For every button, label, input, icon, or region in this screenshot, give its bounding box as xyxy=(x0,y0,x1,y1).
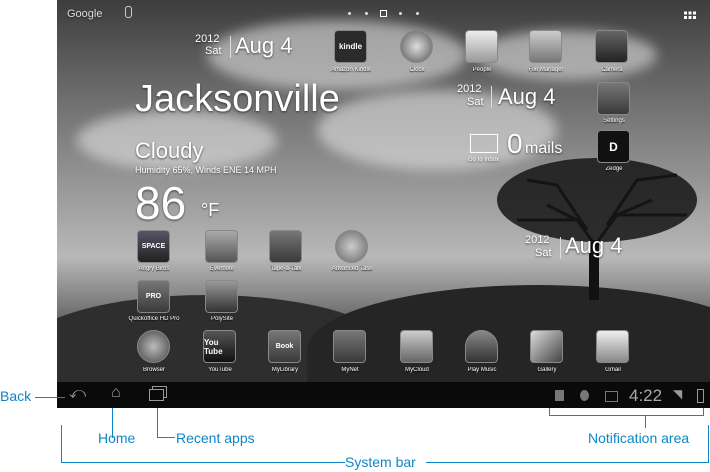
app-label: Zedge xyxy=(605,166,623,172)
date-widget-year: 2012 xyxy=(525,234,550,246)
app-label: MyLibrary xyxy=(271,367,299,373)
date-widget-day: Sat xyxy=(467,96,484,108)
mail-count[interactable]: 0 xyxy=(507,128,523,160)
app-label: File Manager xyxy=(528,67,564,73)
advanced-task-icon[interactable] xyxy=(335,230,368,263)
tablet-home-screen: Google 2012 Sat Aug 4 Jacksonville Cloud… xyxy=(57,0,710,408)
apps-grid-icon[interactable] xyxy=(684,10,696,19)
gmail-icon[interactable] xyxy=(596,330,629,363)
app-label: Quickoffice HD Pro xyxy=(128,316,180,322)
weather-details: Humidity 65%, Winds ENE 14 MPH xyxy=(135,165,277,175)
date-widget-day: Sat xyxy=(205,45,222,57)
app-label: Advanced Task xyxy=(331,266,373,272)
app-label: Camera xyxy=(601,67,623,73)
callout-recent-apps: Recent apps xyxy=(176,430,255,446)
page-dot-active[interactable] xyxy=(380,10,387,17)
sd-card-icon[interactable] xyxy=(555,390,564,401)
weather-temperature: 86 xyxy=(135,177,187,229)
zedge-icon[interactable]: D xyxy=(597,130,630,163)
date-widget-day: Sat xyxy=(535,247,552,259)
callout-line-recent-h xyxy=(157,437,175,438)
date-divider xyxy=(560,237,561,259)
amazon-kindle-icon[interactable]: kindle xyxy=(334,30,367,63)
callout-line-system-left xyxy=(61,425,62,463)
tree-silhouette xyxy=(497,158,697,300)
date-widget-date: Aug 4 xyxy=(235,33,293,58)
page-dot[interactable] xyxy=(348,12,351,15)
app-label: Browser xyxy=(142,367,165,373)
wifi-icon[interactable]: ◥ xyxy=(673,387,682,401)
callout-back: Back xyxy=(0,388,32,404)
app-label: PolySite xyxy=(210,316,233,322)
app-label: Gmail xyxy=(605,367,621,373)
weather-city[interactable]: Jacksonville xyxy=(135,78,340,121)
weather-condition: Cloudy xyxy=(135,138,204,163)
date-divider xyxy=(230,36,231,58)
date-divider xyxy=(491,86,492,108)
status-clock[interactable]: 4:22 xyxy=(629,386,662,406)
app-label: Settings xyxy=(603,118,625,124)
date-widget-date: Aug 4 xyxy=(565,233,623,258)
app-label: Play Music xyxy=(467,367,497,373)
quickoffice-icon[interactable]: PRO xyxy=(137,280,170,313)
battery-icon[interactable] xyxy=(697,389,704,403)
clock-icon[interactable] xyxy=(400,30,433,63)
microphone-icon[interactable] xyxy=(125,6,132,18)
callout-system-bar: System bar xyxy=(345,454,416,470)
app-label: Clock xyxy=(409,67,425,73)
recent-apps-button[interactable] xyxy=(149,389,164,401)
headphones-icon[interactable] xyxy=(465,330,498,363)
callout-line-system-bottom-left xyxy=(61,462,345,463)
browser-icon[interactable] xyxy=(137,330,170,363)
home-button[interactable]: ⌂ xyxy=(111,384,121,402)
polysite-icon[interactable] xyxy=(205,280,238,313)
app-label: People xyxy=(472,67,492,73)
app-label: MyNet xyxy=(341,367,359,373)
callout-line-notification-c xyxy=(549,415,704,416)
app-label: Evernote xyxy=(209,266,234,272)
date-widget-year: 2012 xyxy=(195,33,220,45)
callout-line-system-bottom-right xyxy=(426,462,709,463)
camera-icon[interactable] xyxy=(595,30,628,63)
callout-line-notification-d xyxy=(645,415,646,428)
callout-line-recent xyxy=(157,408,158,438)
gallery-icon[interactable] xyxy=(530,330,563,363)
app-label: Tape-a-Talk xyxy=(270,266,302,272)
callout-home: Home xyxy=(98,430,136,446)
mail-inbox-link[interactable]: Go to Inbox xyxy=(468,157,499,163)
settings-icon[interactable] xyxy=(597,82,630,115)
page-dot[interactable] xyxy=(365,12,368,15)
mail-envelope-icon[interactable] xyxy=(470,134,498,153)
evernote-icon[interactable] xyxy=(205,230,238,263)
callout-notification-area: Notification area xyxy=(588,430,690,446)
mynet-icon[interactable] xyxy=(333,330,366,363)
date-widget-year: 2012 xyxy=(457,83,482,95)
mycloud-icon[interactable] xyxy=(400,330,433,363)
app-label: MyCloud xyxy=(405,367,429,373)
callout-line-system-right xyxy=(708,425,709,463)
android-notification-icon[interactable] xyxy=(580,390,589,401)
date-widget-date: Aug 4 xyxy=(498,84,556,109)
back-button[interactable]: ⤺ xyxy=(69,385,86,403)
system-bar: ⤺ ⌂ 4:22 ◥ xyxy=(57,382,710,408)
file-manager-icon[interactable] xyxy=(529,30,562,63)
angry-birds-icon[interactable]: SPACE xyxy=(137,230,170,263)
screenshot-icon[interactable] xyxy=(605,391,618,402)
mylibrary-icon[interactable]: Book xyxy=(268,330,301,363)
weather-unit: °F xyxy=(201,200,220,220)
google-search-logo[interactable]: Google xyxy=(67,8,102,20)
mail-label: mails xyxy=(525,140,563,157)
callout-line-back xyxy=(35,397,65,398)
app-label: Gallery xyxy=(537,367,557,373)
people-icon[interactable] xyxy=(465,30,498,63)
app-label: YouTube xyxy=(208,367,232,373)
youtube-icon[interactable]: You Tube xyxy=(203,330,236,363)
app-label: Amazon Kindle xyxy=(330,67,372,73)
page-dot[interactable] xyxy=(399,12,402,15)
page-dot[interactable] xyxy=(416,12,419,15)
tape-a-talk-icon[interactable] xyxy=(269,230,302,263)
app-label: Angry Birds xyxy=(138,266,170,272)
